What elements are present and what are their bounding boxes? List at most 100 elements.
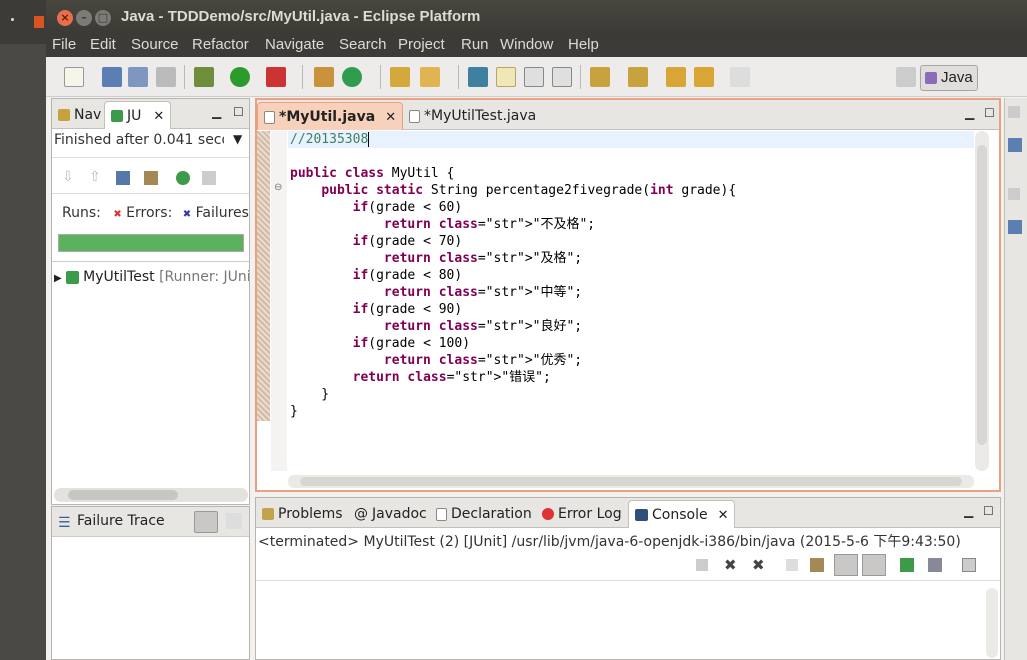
tab-console[interactable]: Console ✕ <box>628 500 736 528</box>
view-menu-chevron-icon[interactable]: ▼ <box>233 132 242 146</box>
menu-window[interactable]: Window <box>500 36 553 53</box>
code-line[interactable]: return class="str">"错误"; <box>290 369 736 386</box>
back-icon[interactable] <box>694 67 714 87</box>
new-icon[interactable] <box>64 67 84 87</box>
editor-horizontal-scrollbar[interactable] <box>288 475 974 488</box>
restore-icon[interactable] <box>1008 188 1020 200</box>
search-icon[interactable] <box>420 67 440 87</box>
open-console-icon[interactable] <box>962 558 976 572</box>
tab-problems[interactable]: Problems <box>256 500 349 528</box>
code-line[interactable]: return class="str">"良好"; <box>290 318 736 335</box>
code-line[interactable]: public class MyUtil { <box>290 165 736 182</box>
code-line[interactable]: return class="str">"不及格"; <box>290 216 736 233</box>
previous-annotation-icon[interactable] <box>628 67 648 87</box>
scroll-lock-icon[interactable] <box>144 171 158 185</box>
minimize-icon[interactable]: ▁ <box>964 504 973 518</box>
code-line[interactable]: } <box>290 386 736 403</box>
minimize-icon[interactable]: ▁ <box>965 106 974 120</box>
code-line[interactable]: if(grade < 60) <box>290 199 736 216</box>
tab-myutiltest-java[interactable]: *MyUtilTest.java <box>403 102 542 130</box>
code-line[interactable] <box>290 148 736 165</box>
minimize-window-button[interactable]: – <box>76 10 92 26</box>
new-java-project-icon[interactable] <box>314 67 334 87</box>
maximize-window-button[interactable]: □ <box>95 10 111 26</box>
tab-junit[interactable]: JU ✕ <box>104 101 172 129</box>
scrollbar-thumb[interactable] <box>977 145 987 445</box>
previous-failure-icon[interactable]: ⇧ <box>89 169 101 185</box>
filter-stack-icon[interactable] <box>194 511 218 533</box>
tab-javadoc[interactable]: @ Javadoc <box>348 500 433 528</box>
rerun-test-icon[interactable] <box>176 171 190 185</box>
tab-error-log[interactable]: Error Log <box>536 500 628 528</box>
menu-run[interactable]: Run <box>461 36 489 53</box>
close-window-button[interactable]: × <box>57 10 73 26</box>
scrollbar-thumb[interactable] <box>300 477 962 486</box>
menu-source[interactable]: Source <box>131 36 179 53</box>
outline-icon[interactable] <box>1008 138 1022 152</box>
new-class-icon[interactable] <box>342 67 362 87</box>
mark-occurrences-icon[interactable] <box>496 67 516 87</box>
toggle-breadcrumb-icon[interactable] <box>468 67 488 87</box>
rerun-failed-icon[interactable] <box>202 171 216 185</box>
compare-result-icon[interactable] <box>226 513 242 529</box>
remove-all-icon[interactable]: ✖ <box>752 556 765 574</box>
close-icon[interactable]: ✕ <box>153 109 164 124</box>
clear-console-icon[interactable] <box>786 559 798 571</box>
taskbar-app-icon[interactable] <box>34 16 44 28</box>
menu-project[interactable]: Project <box>398 36 445 53</box>
tab-myutil-java[interactable]: *MyUtil.java ✕ <box>257 102 404 130</box>
remove-launch-icon[interactable]: ✖ <box>724 556 737 574</box>
code-line[interactable]: } <box>290 403 736 420</box>
code-editor[interactable]: //20135308 public class MyUtil { public … <box>288 131 974 471</box>
save-all-icon[interactable] <box>128 67 148 87</box>
code-text[interactable]: //20135308 public class MyUtil { public … <box>290 131 736 420</box>
menu-refactor[interactable]: Refactor <box>192 36 249 53</box>
menu-navigate[interactable]: Navigate <box>265 36 324 53</box>
fold-icon[interactable]: ⊖ <box>274 182 282 193</box>
next-annotation-icon[interactable] <box>590 67 610 87</box>
tab-navigator[interactable]: Nav <box>52 101 107 129</box>
show-console-error-icon[interactable] <box>862 554 886 576</box>
save-icon[interactable] <box>102 67 122 87</box>
code-line[interactable]: return class="str">"优秀"; <box>290 352 736 369</box>
menu-edit[interactable]: Edit <box>90 36 116 53</box>
close-icon[interactable]: ✕ <box>718 508 729 523</box>
menu-search[interactable]: Search <box>339 36 387 53</box>
open-perspective-icon[interactable] <box>896 67 916 87</box>
scroll-lock-icon[interactable] <box>810 558 824 572</box>
display-console-icon[interactable] <box>928 558 942 572</box>
maximize-icon[interactable]: ☐ <box>984 106 995 120</box>
tab-declaration[interactable]: Declaration <box>430 500 538 528</box>
close-icon[interactable]: ✕ <box>385 110 396 125</box>
code-line[interactable]: return class="str">"中等"; <box>290 284 736 301</box>
menu-help[interactable]: Help <box>568 36 599 53</box>
run-icon[interactable] <box>230 67 250 87</box>
code-line[interactable]: return class="str">"及格"; <box>290 250 736 267</box>
menu-file[interactable]: File <box>52 36 76 53</box>
show-failures-only-icon[interactable] <box>116 171 130 185</box>
show-console-output-icon[interactable] <box>834 554 858 576</box>
block-selection-icon[interactable] <box>524 67 544 87</box>
code-line[interactable]: public static String percentage2fivegrad… <box>290 182 736 199</box>
terminate-icon[interactable] <box>696 559 708 571</box>
debug-icon[interactable] <box>194 67 214 87</box>
external-tools-icon[interactable] <box>266 67 286 87</box>
next-failure-icon[interactable]: ⇩ <box>62 169 74 185</box>
editor-vertical-scrollbar[interactable] <box>975 131 989 471</box>
maximize-icon[interactable]: ☐ <box>983 504 994 518</box>
code-line[interactable]: if(grade < 90) <box>290 301 736 318</box>
task-list-icon[interactable] <box>1008 220 1022 234</box>
open-type-icon[interactable] <box>390 67 410 87</box>
forward-icon[interactable] <box>730 67 750 87</box>
horizontal-scrollbar[interactable] <box>54 488 248 502</box>
code-line[interactable]: if(grade < 70) <box>290 233 736 250</box>
show-whitespace-icon[interactable] <box>552 67 572 87</box>
maximize-icon[interactable]: ☐ <box>233 105 244 119</box>
restore-icon[interactable] <box>1008 106 1020 118</box>
expand-arrow-icon[interactable]: ▶ <box>54 273 62 284</box>
code-line[interactable]: if(grade < 80) <box>290 267 736 284</box>
tree-item-myutiltest[interactable]: ▶ MyUtilTest [Runner: JUni <box>54 269 249 285</box>
minimize-icon[interactable]: ▁ <box>212 105 221 119</box>
console-vertical-scrollbar[interactable] <box>986 588 998 658</box>
pin-console-icon[interactable] <box>900 558 914 572</box>
